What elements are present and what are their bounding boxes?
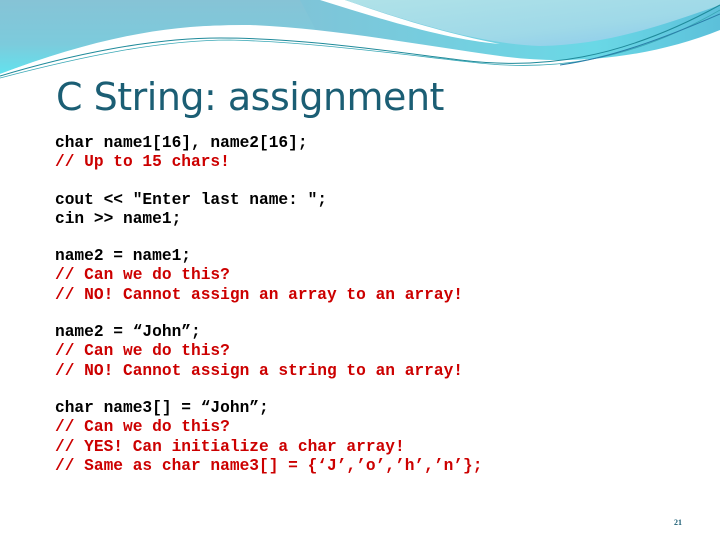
code-line: char name1[16], name2[16]; [55,134,308,152]
code-comment: // YES! Can initialize a char array! [55,437,405,456]
code-line: name2 = “John”; [55,323,201,342]
slide-title: C String: assignment [56,75,444,119]
code-comment: // NO! Cannot assign an array to an arra… [55,285,463,304]
code-comment: // Up to 15 chars! [55,153,230,172]
code-comment: // Can we do this? [55,418,230,437]
code-block-input: cout << "Enter last name: "; cin >> name… [55,191,695,230]
code-line: name2 = name1; [55,247,191,266]
code-comment: // Can we do this? [55,342,230,361]
code-line: cin >> name1; [55,209,182,228]
code-comment: // Same as char name3[] = {‘J’,’o’,’h’,’… [55,456,483,475]
code-body: char name1[16], name2[16]; // Up to 15 c… [55,134,695,494]
header-wave-decoration [0,0,720,80]
code-block-string-assign: name2 = “John”; // Can we do this? // NO… [55,323,695,381]
code-comment: // NO! Cannot assign a string to an arra… [55,361,463,380]
code-block-array-assign: name2 = name1; // Can we do this? // NO!… [55,247,695,305]
code-comment: // Can we do this? [55,266,230,285]
page-number: 21 [674,518,682,527]
code-block-declaration: char name1[16], name2[16]; // Up to 15 c… [55,134,695,173]
code-line: char name3[] = “John”; [55,398,269,417]
code-line: cout << "Enter last name: "; [55,190,327,209]
code-block-initialize: char name3[] = “John”; // Can we do this… [55,399,695,476]
